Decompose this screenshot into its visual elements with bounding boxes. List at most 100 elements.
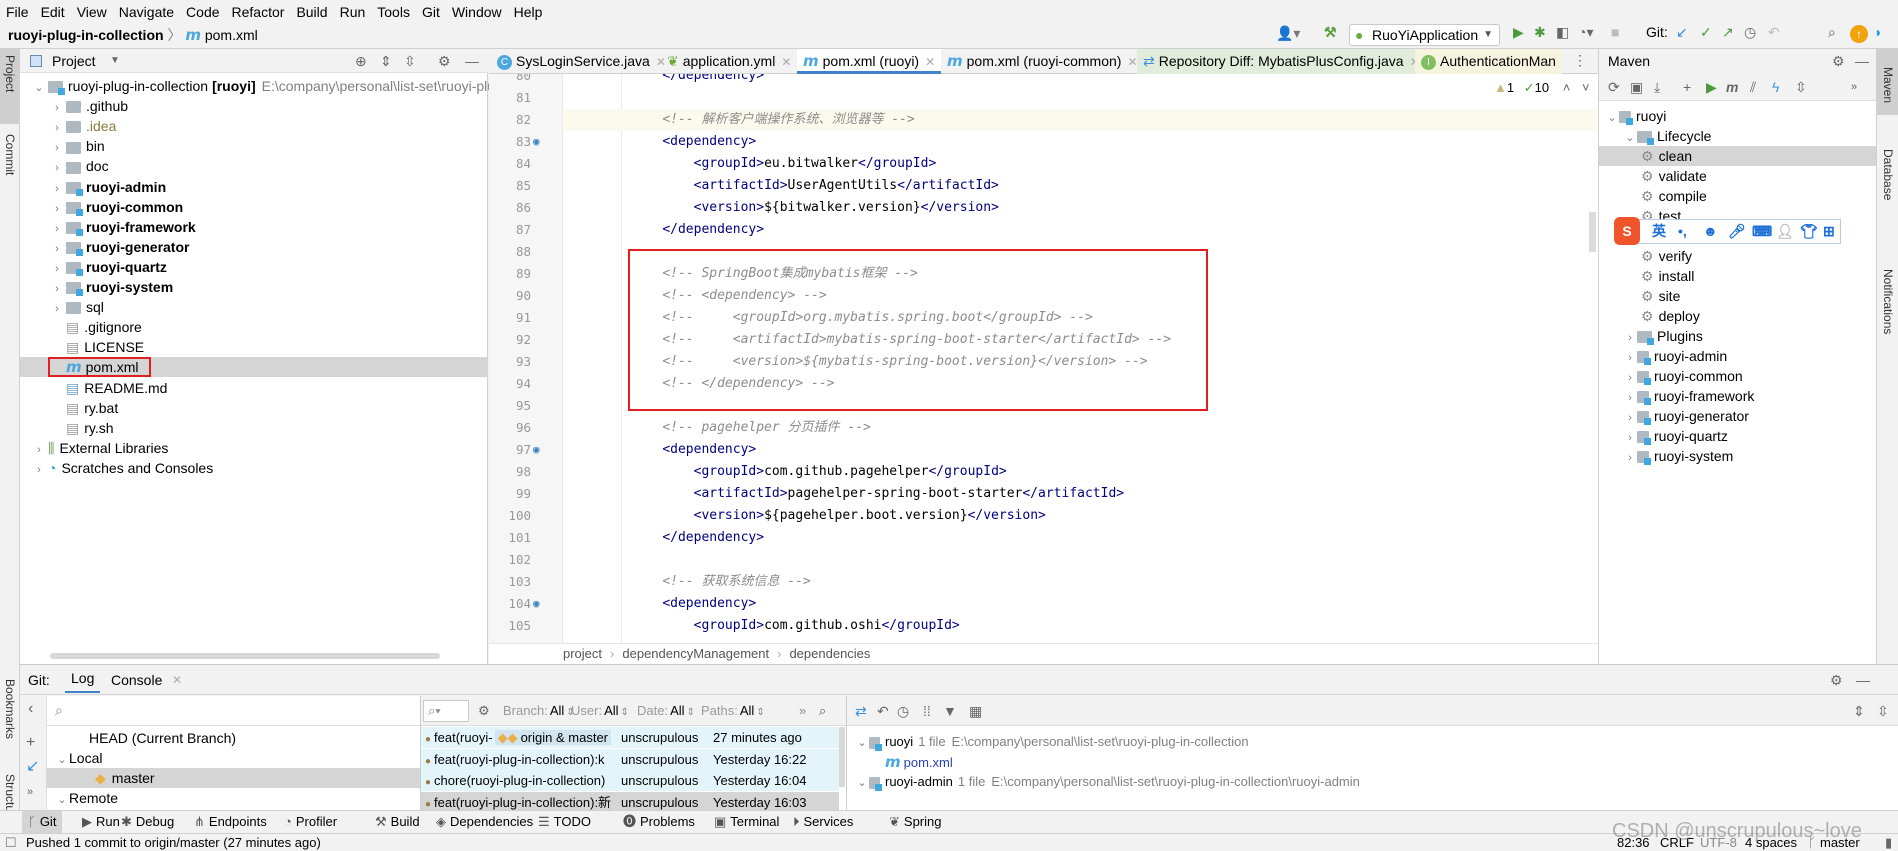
chevron-right-icon[interactable]: › (50, 239, 64, 259)
changed-item[interactable]: ⌄ ruoyi 1 file E:\company\personal\list-set… (855, 732, 1249, 752)
chevron-down-icon[interactable]: ⌄ (1623, 128, 1637, 148)
run-icon[interactable]: ▶ (1706, 74, 1717, 101)
debug-icon[interactable]: ✱ (1534, 24, 1546, 41)
tab-list-icon[interactable]: ⌄ (1542, 53, 1554, 70)
offline-icon[interactable]: ϟ (1772, 74, 1779, 101)
tree-item[interactable]: › .idea (50, 116, 116, 136)
chevron-right-icon[interactable]: › (1623, 328, 1637, 348)
tree-item[interactable]: ▤ README.md (50, 378, 167, 398)
log-filter-date[interactable]: Date: All ⇕ (637, 696, 695, 728)
update-icon[interactable]: ↑ (1850, 25, 1868, 43)
tree-item[interactable]: ▤ .gitignore (50, 317, 142, 337)
dependency-gutter-icon[interactable]: ◉ (533, 593, 540, 615)
commit-row[interactable]: ● feat(ruoyi-plug-in-collection):k unscrup… (425, 749, 806, 770)
collapse-all-icon[interactable]: ⇳ (1877, 696, 1889, 726)
menu-help[interactable]: Help (514, 4, 543, 20)
chevron-right-icon[interactable]: › (32, 460, 46, 480)
maven-tree-item[interactable]: ⚙ validate (1641, 166, 1707, 186)
maven-tool-label[interactable]: Maven (1881, 67, 1895, 103)
fetch-icon[interactable]: ↙ (26, 756, 39, 776)
chevron-down-icon[interactable]: ⌄ (855, 773, 869, 793)
tool-window-debug[interactable]: ✱ Debug (121, 811, 174, 833)
chevron-right-icon[interactable]: › (50, 138, 64, 158)
chevron-down-icon[interactable]: ⌄ (32, 78, 46, 98)
log-filter-branch[interactable]: Branch: All ⇕ (503, 696, 575, 728)
build-hammer-icon[interactable]: ⚒ (1324, 24, 1337, 41)
history-icon[interactable]: ◷ (897, 696, 909, 726)
gear-icon[interactable]: ⚙ (438, 49, 451, 73)
chevron-right-icon[interactable]: › (50, 199, 64, 219)
chevron-right-icon[interactable]: › (50, 219, 64, 239)
maven-tree-item[interactable]: ⚙ install (1641, 266, 1694, 286)
project-tool-label[interactable]: Project (3, 55, 17, 92)
editor-scrollbar-thumb[interactable] (1589, 212, 1596, 252)
branch-item[interactable]: ⌄ Remote (55, 788, 118, 808)
maven-tree-item[interactable]: ⚙ clean (1641, 146, 1692, 166)
inspection-widget[interactable]: ▲1 ✓10 ˄ ˅ (1494, 80, 1590, 96)
next-highlight-icon[interactable]: ˅ (1582, 80, 1590, 95)
maven-tree-item[interactable]: ⚙ site (1641, 286, 1680, 306)
locate-icon[interactable]: ⊕ (355, 49, 367, 73)
emoji-icon[interactable]: ☻ (1703, 220, 1718, 243)
add-icon[interactable]: + (1683, 74, 1691, 101)
menu-navigate[interactable]: Navigate (119, 4, 174, 20)
hide-icon[interactable]: — (1856, 665, 1870, 695)
tab-console[interactable]: Console (111, 665, 162, 695)
more-icon[interactable]: ⋮ (1573, 52, 1587, 69)
menu-run[interactable]: Run (340, 4, 366, 20)
breadcrumb-item[interactable]: dependencies (789, 646, 870, 661)
menu-view[interactable]: View (77, 4, 107, 20)
more-icon[interactable]: » (799, 696, 806, 726)
git-update-icon[interactable]: ↙ (1676, 24, 1688, 41)
tool-window-dependencies[interactable]: ◈ Dependencies (436, 811, 533, 833)
tree-item[interactable]: › ⫼ External Libraries (32, 438, 168, 458)
gear-icon[interactable]: ⚙ (1832, 49, 1845, 74)
close-icon[interactable]: ✕ (925, 55, 935, 69)
profiler-icon[interactable]: ◔▾ (1578, 24, 1593, 41)
tree-item[interactable]: › ruoyi-common (50, 197, 183, 217)
tool-window-profiler[interactable]: ◔ Profiler (284, 811, 337, 833)
maven-tree-item[interactable]: ⚙ deploy (1641, 306, 1700, 326)
log-filter-user[interactable]: User: All ⇕ (571, 696, 629, 728)
menu-code[interactable]: Code (186, 4, 219, 20)
menu-edit[interactable]: Edit (41, 4, 65, 20)
commit-tool-label[interactable]: Commit (3, 134, 17, 175)
more-icon[interactable]: » (1851, 74, 1857, 101)
microphone-icon[interactable]: 🎤︎ (1728, 220, 1746, 243)
skip-tests-icon[interactable]: ⫽ (1750, 74, 1756, 101)
back-icon[interactable]: ‹ (28, 700, 33, 718)
bookmarks-tool-label[interactable]: Bookmarks (3, 679, 17, 739)
changed-item[interactable]: m pom.xml (885, 752, 953, 772)
reload-icon[interactable]: ⟳ (1608, 74, 1620, 101)
tree-item[interactable]: › sql (50, 297, 104, 317)
branch-item[interactable]: ⌄ Local (55, 748, 102, 768)
more-icon[interactable]: » (27, 786, 33, 798)
menu-refactor[interactable]: Refactor (232, 4, 285, 20)
ime-toolbar[interactable]: S 英 •, ☻ 🎤︎ ⌨ 👤︎ 👕︎ ⊞ (1614, 217, 1841, 245)
status-toggle-icon[interactable]: ☐ (5, 834, 17, 851)
tool-window-git[interactable]: ᚴ Git (22, 811, 63, 833)
maven-tree-item[interactable]: › ruoyi-system (1623, 446, 1733, 466)
tool-window-spring[interactable]: ❦ Spring (889, 811, 941, 833)
chevron-right-icon[interactable]: › (1623, 368, 1637, 388)
tree-item[interactable]: › ruoyi-quartz (50, 257, 167, 277)
menu-tools[interactable]: Tools (377, 4, 410, 20)
editor-tab[interactable]: ❦ application.yml ✕ (661, 49, 797, 74)
chevron-right-icon[interactable]: › (32, 440, 46, 460)
tool-window-services[interactable]: ⏵ Services (793, 811, 853, 833)
tree-item[interactable]: ▤ ry.sh (50, 418, 114, 438)
log-search-input[interactable]: ⌕▾ (423, 700, 469, 722)
git-commit-icon[interactable]: ✓ (1700, 24, 1712, 41)
tree-item[interactable]: › .github (50, 96, 128, 116)
revert-icon[interactable]: ↶ (877, 696, 889, 726)
chevron-down-icon[interactable]: ▼ (110, 49, 120, 73)
log-filter-paths[interactable]: Paths: All ⇕ (701, 696, 765, 728)
maven-tree-item[interactable]: › ruoyi-admin (1623, 346, 1727, 366)
branch-item[interactable]: HEAD (Current Branch) (75, 728, 236, 748)
compare-icon[interactable]: ⇄ (855, 696, 867, 726)
toolbox-icon[interactable]: ◗ (1874, 24, 1882, 40)
editor-tab[interactable]: C SysLoginService.java ✕ (491, 49, 672, 74)
toolbox-icon[interactable]: ⊞ (1823, 220, 1835, 243)
tree-item[interactable]: › bin (50, 136, 105, 156)
close-icon[interactable]: ✕ (781, 55, 791, 69)
